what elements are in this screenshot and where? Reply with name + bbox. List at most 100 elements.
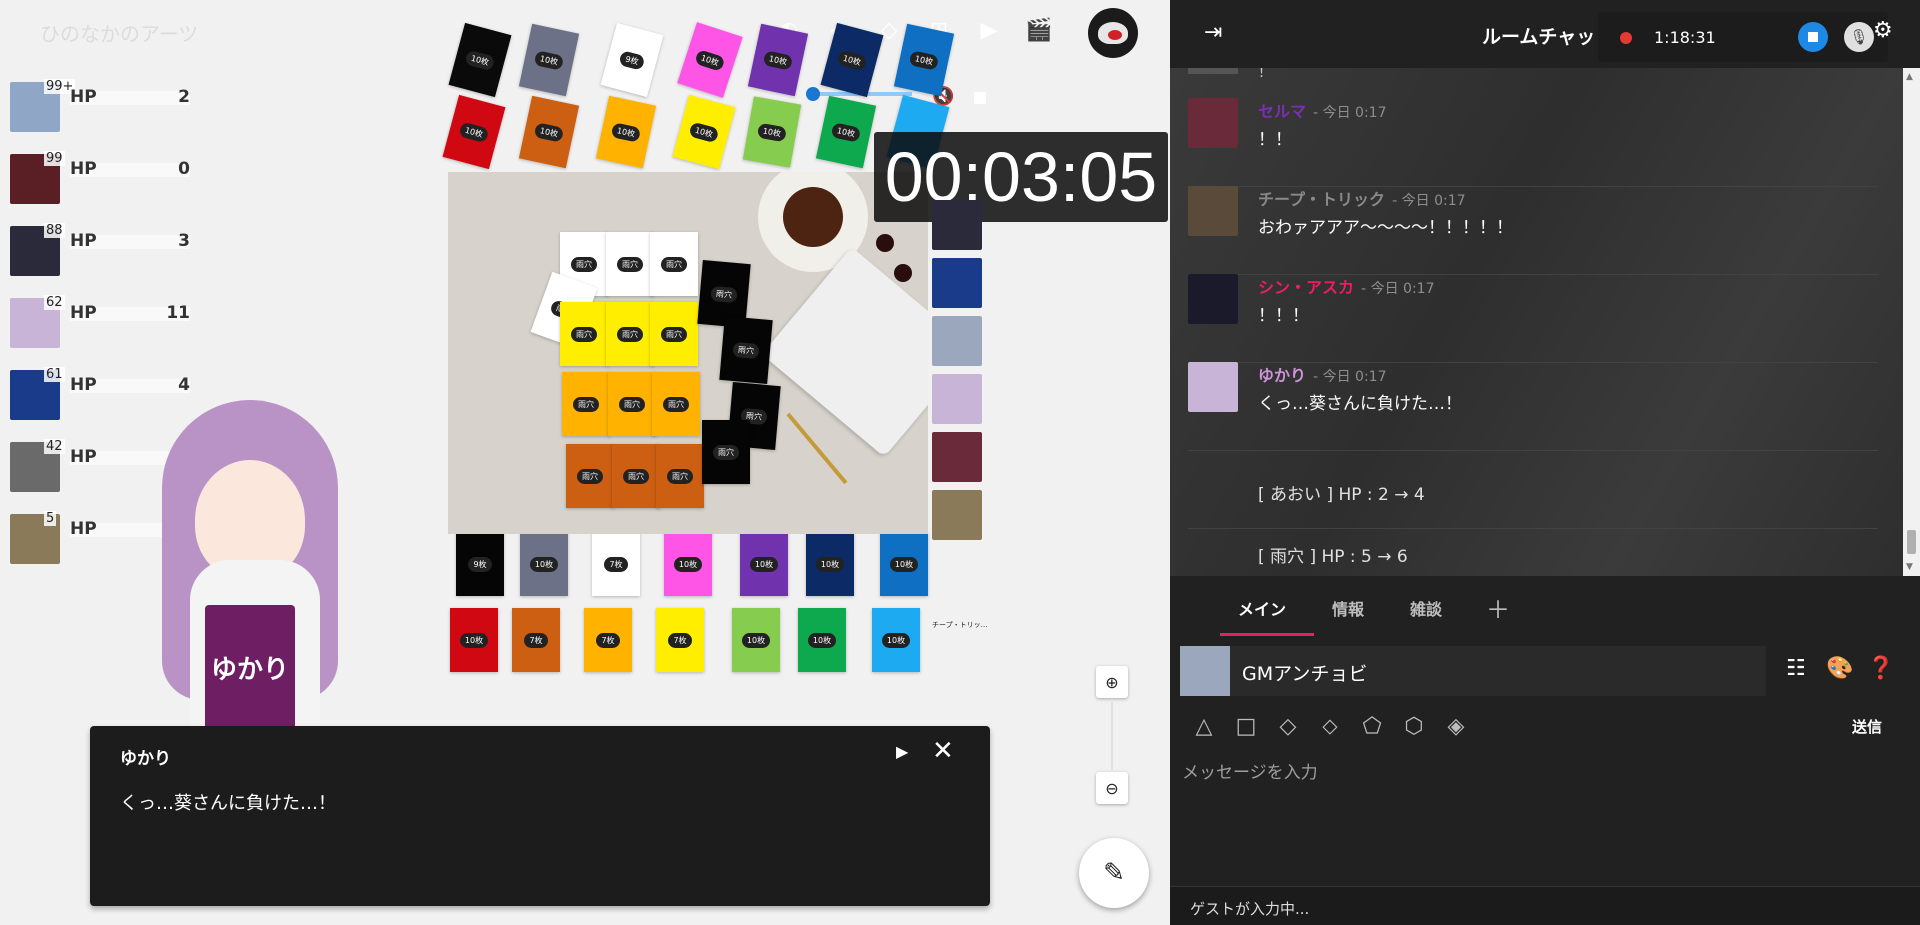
zoom-in-button[interactable]: ⊕: [1096, 666, 1128, 698]
character-token[interactable]: [932, 258, 982, 308]
d100-icon[interactable]: ◈: [1442, 712, 1470, 740]
mic-off-button[interactable]: 🎙: [1844, 22, 1874, 52]
card[interactable]: 雨穴: [656, 444, 704, 508]
card[interactable]: 10枚: [664, 532, 712, 596]
add-tab-icon[interactable]: ＋: [1486, 590, 1510, 625]
message-input[interactable]: [1180, 756, 1904, 880]
tab-chatter[interactable]: 雑談: [1410, 596, 1442, 620]
card[interactable]: 10枚: [806, 532, 854, 596]
message-avatar[interactable]: [1188, 98, 1238, 148]
scrollbar-thumb[interactable]: [1907, 530, 1916, 554]
message-avatar[interactable]: [1188, 274, 1238, 324]
zoom-slider-track[interactable]: [1111, 702, 1113, 770]
help-icon[interactable]: ❓: [1867, 656, 1894, 681]
character-token[interactable]: [932, 432, 982, 482]
scroll-down-icon[interactable]: ▼: [1906, 562, 1916, 572]
character-token[interactable]: [932, 490, 982, 540]
card[interactable]: 10枚: [518, 23, 580, 97]
list-icon[interactable]: ☷: [1786, 656, 1806, 681]
card[interactable]: 10枚: [595, 95, 657, 169]
d8-icon[interactable]: ◇: [1274, 712, 1302, 740]
card[interactable]: 7枚: [512, 608, 560, 672]
card[interactable]: 10枚: [520, 532, 568, 596]
edit-button[interactable]: ✎: [1079, 838, 1149, 908]
tab-main[interactable]: メイン: [1238, 596, 1286, 620]
character-token[interactable]: [932, 316, 982, 366]
card[interactable]: 9枚: [600, 22, 664, 98]
card-count: 7枚: [596, 632, 620, 648]
tab-info[interactable]: 情報: [1332, 596, 1364, 620]
send-button[interactable]: 送信: [1852, 716, 1882, 737]
card[interactable]: 雨穴: [652, 372, 700, 436]
video-icon[interactable]: ▶: [975, 16, 1003, 44]
message-avatar[interactable]: [1188, 186, 1238, 236]
d20-icon[interactable]: ⬡: [1400, 712, 1428, 740]
stop-recording-button[interactable]: [1798, 22, 1828, 52]
character-token[interactable]: [932, 200, 982, 250]
hp-row[interactable]: 88 HP 3: [10, 223, 190, 298]
hp-row[interactable]: 62 HP 11: [10, 295, 190, 370]
card[interactable]: 10枚: [442, 94, 506, 170]
card[interactable]: 雨穴: [562, 372, 610, 436]
chat-log[interactable]: ！ セルマ - 今日 0:17 ！！ チープ・トリック - 今日 0:17 おわァアア…: [1170, 68, 1920, 576]
card[interactable]: 雨穴: [606, 302, 654, 366]
d4-icon[interactable]: △: [1190, 712, 1218, 740]
next-icon[interactable]: ▶: [896, 742, 908, 761]
card[interactable]: 雨穴: [606, 232, 654, 296]
card[interactable]: 雨穴: [650, 302, 698, 366]
card[interactable]: 10枚: [747, 23, 809, 97]
card[interactable]: 雨穴: [566, 444, 614, 508]
card-count: 雨穴: [617, 256, 643, 272]
card[interactable]: 10枚: [815, 95, 877, 169]
character-token[interactable]: [932, 374, 982, 424]
card[interactable]: 10枚: [798, 608, 846, 672]
recording-time: 1:18:31: [1654, 28, 1716, 47]
card[interactable]: 10枚: [880, 532, 928, 596]
card[interactable]: 10枚: [677, 22, 743, 98]
volume-knob[interactable]: [806, 87, 820, 101]
card[interactable]: 10枚: [872, 608, 920, 672]
chat-scrollbar[interactable]: [1903, 68, 1920, 576]
hp-value: 2: [178, 87, 190, 107]
d12-icon[interactable]: ⬠: [1358, 712, 1386, 740]
palette-icon[interactable]: 🎨: [1826, 656, 1853, 681]
app-logo-button[interactable]: [1088, 8, 1138, 58]
board-area[interactable]: ひのなかのアーツ 99+ HP 2 99 HP 0 88 HP 3 62 HP 11 61 HP 4 42 HP…: [0, 0, 1170, 924]
close-icon[interactable]: ✕: [932, 736, 954, 766]
scroll-up-icon[interactable]: ▲: [1906, 72, 1916, 82]
card[interactable]: 雨穴: [560, 302, 608, 366]
card[interactable]: 雨穴: [650, 232, 698, 296]
card[interactable]: 7枚: [584, 608, 632, 672]
d10-icon[interactable]: ⬦: [1316, 712, 1344, 740]
card[interactable]: 10枚: [732, 608, 780, 672]
dice-row: △ □ ◇ ⬦ ⬠ ⬡ ◈: [1190, 712, 1470, 740]
speaker-select[interactable]: GMアンチョビ: [1180, 646, 1766, 696]
stop-icon[interactable]: [974, 92, 986, 104]
hp-row[interactable]: 99 HP 0: [10, 151, 190, 226]
movie-icon[interactable]: 🎬: [1025, 16, 1053, 44]
card[interactable]: 10枚: [740, 532, 788, 596]
hp-row[interactable]: 99+ HP 2: [10, 79, 190, 154]
settings-icon[interactable]: ⚙: [1873, 18, 1893, 43]
d6-icon[interactable]: □: [1232, 712, 1260, 740]
card[interactable]: 雨穴: [612, 444, 660, 508]
standing-character[interactable]: ゆかり: [150, 400, 350, 730]
card-count: 雨穴: [710, 285, 738, 303]
message-avatar[interactable]: [1188, 362, 1238, 412]
card[interactable]: 7枚: [656, 608, 704, 672]
card[interactable]: 10枚: [672, 94, 736, 170]
card[interactable]: 雨穴: [719, 316, 773, 384]
card[interactable]: 雨穴: [702, 420, 750, 484]
card[interactable]: 10枚: [518, 95, 580, 169]
card[interactable]: 10枚: [448, 22, 512, 98]
card[interactable]: 10枚: [742, 96, 802, 168]
collapse-panel-icon[interactable]: ⇥: [1204, 20, 1222, 45]
card-count: 雨穴: [623, 468, 649, 484]
zoom-out-button[interactable]: ⊖: [1096, 772, 1128, 804]
card-count: 9枚: [468, 556, 492, 572]
card[interactable]: 10枚: [450, 608, 498, 672]
speaker-avatar: [1180, 646, 1230, 696]
card[interactable]: 7枚: [592, 532, 640, 596]
card[interactable]: 9枚: [456, 532, 504, 596]
card[interactable]: 雨穴: [608, 372, 656, 436]
